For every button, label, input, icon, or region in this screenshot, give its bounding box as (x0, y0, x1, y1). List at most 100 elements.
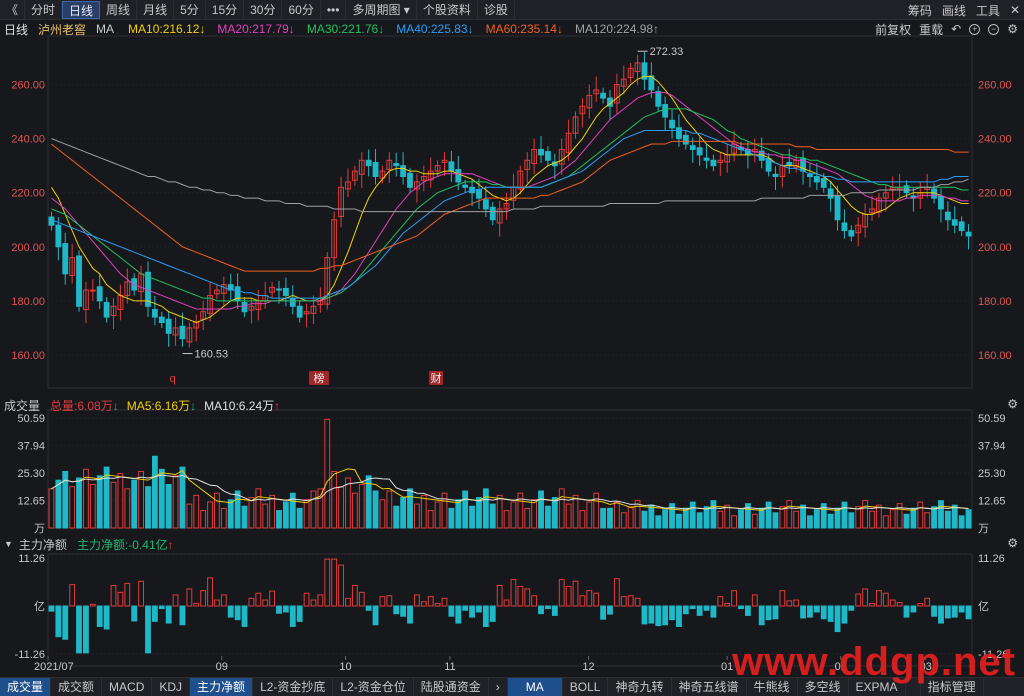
period-tab-1[interactable]: 日线 (62, 0, 101, 19)
flow-bar (124, 582, 131, 607)
price-ytick-right: 240.00 (978, 134, 1012, 146)
volume-bar (903, 513, 910, 529)
flow-bar (648, 605, 655, 624)
volume-bar (131, 479, 138, 529)
candle-body (282, 287, 289, 296)
volume-bar (613, 501, 620, 529)
volume-bar (358, 484, 365, 529)
volume-bar (545, 505, 551, 529)
volume-ytick-left: 25.30 (17, 468, 45, 480)
flow-bar (138, 580, 145, 607)
indicator-tab-4[interactable]: 主力净额 (190, 678, 254, 696)
toolbar-right-3[interactable]: ✕ (1010, 3, 1020, 17)
volume-bar (779, 506, 786, 529)
indicator-tab-0[interactable]: 成交量 (0, 678, 52, 696)
volume-ma5: MA5:6.16万↓ (126, 398, 197, 413)
flow-bar (827, 605, 834, 622)
period-tab-0[interactable]: 分时 (25, 0, 63, 19)
flow-title[interactable]: 主力净额 (19, 536, 67, 553)
flow-value: 主力净额:-0.41亿↑ (76, 537, 174, 552)
candle-body (489, 206, 496, 221)
period-tab-2[interactable]: 周线 (100, 0, 138, 19)
flow-ytick-left: 亿 (34, 600, 45, 613)
flow-bar (676, 605, 682, 627)
period-tab-4[interactable]: 5分 (174, 0, 206, 19)
volume-bar (738, 509, 744, 529)
candle-body (48, 216, 55, 226)
volume-bar (303, 499, 310, 529)
volume-bar (262, 503, 269, 529)
candle-body (482, 199, 489, 210)
indicator-tab-1[interactable]: 成交额 (51, 678, 103, 696)
volume-bar (400, 497, 407, 529)
collapse-icon[interactable]: ▼ (4, 539, 13, 549)
x-tick-label: 10 (339, 661, 351, 673)
volume-bar (200, 510, 207, 529)
indicator-tab-10[interactable]: BOLL (563, 678, 609, 696)
indicator-tab-5[interactable]: L2-资金抄底 (253, 678, 334, 696)
volume-settings-icon[interactable]: ⚙ (1007, 397, 1018, 411)
indicator-tab-11[interactable]: 神奇九转 (608, 678, 672, 696)
flow-bar (848, 605, 855, 611)
period-tab-9[interactable]: 多周期图 ▾ (346, 0, 417, 19)
period-tab-7[interactable]: 60分 (282, 0, 321, 19)
price-ytick-right: 180.00 (978, 296, 1012, 308)
indicator-tab-9[interactable]: MA (507, 678, 563, 696)
toolbar-right-1[interactable]: 画线 (942, 2, 966, 19)
indicator-tab-6[interactable]: L2-资金仓位 (333, 678, 414, 696)
candle-body (407, 172, 413, 188)
period-tab-11[interactable]: 诊股 (478, 0, 515, 19)
flow-bar (717, 596, 724, 607)
toolbar-right-2[interactable]: 工具 (976, 2, 1000, 19)
volume-bar (917, 501, 924, 529)
flow-settings-icon[interactable]: ⚙ (1007, 536, 1018, 550)
indicator-tab-8[interactable]: › (489, 678, 508, 696)
flow-ytick-left: -11.26 (15, 649, 45, 661)
indicator-tab-7[interactable]: 陆股通资金 (414, 678, 489, 696)
flow-bar (634, 597, 641, 607)
flow-bar (207, 577, 213, 607)
volume-bar (227, 499, 234, 529)
flow-bar (345, 597, 351, 607)
volume-bar (282, 501, 289, 529)
flow-bar (276, 605, 282, 614)
flow-bar (117, 591, 124, 607)
period-tab-5[interactable]: 15分 (206, 0, 245, 19)
volume-bar (248, 497, 255, 529)
candle-body (703, 157, 710, 161)
indicator-tab-3[interactable]: KDJ (152, 678, 191, 696)
flow-bar (331, 558, 338, 607)
indicator-tab-2[interactable]: MACD (102, 678, 153, 696)
flow-ytick-left: 11.26 (18, 553, 45, 565)
toolbar-right-0[interactable]: 筹码 (908, 2, 932, 19)
period-tab-6[interactable]: 30分 (244, 0, 283, 19)
flow-bar (724, 602, 731, 607)
flow-bar (758, 605, 765, 626)
period-tab-3[interactable]: 月线 (137, 0, 175, 19)
price-ytick-right: 160.00 (978, 350, 1012, 362)
back-button[interactable]: 《 (0, 0, 26, 19)
period-tab-8[interactable]: ••• (321, 0, 347, 19)
volume-bar (482, 488, 489, 529)
x-tick-label: 12 (582, 661, 594, 673)
flow-bar (820, 605, 827, 620)
volume-title[interactable]: 成交量 (4, 397, 40, 414)
candle-body (682, 134, 689, 145)
volume-bar (572, 494, 579, 529)
flow-bar (255, 592, 262, 607)
volume-bar (69, 486, 76, 529)
flow-bar (496, 585, 503, 607)
volume-bar (558, 488, 565, 529)
volume-bar (76, 477, 82, 529)
candle-body (76, 255, 82, 307)
flow-bar (875, 590, 882, 607)
volume-bar (855, 506, 862, 529)
volume-bar (938, 500, 944, 529)
volume-bar (276, 510, 282, 529)
period-tab-10[interactable]: 个股资料 (417, 0, 478, 19)
volume-bar (145, 486, 151, 529)
volume-info-bar: 成交量 总量:6.08万↓ MA5:6.16万↓ MA10:6.24万↑ (4, 396, 290, 414)
candle-body (96, 286, 103, 302)
annotation-high: 272.33 (650, 46, 684, 58)
volume-bar (689, 501, 696, 529)
